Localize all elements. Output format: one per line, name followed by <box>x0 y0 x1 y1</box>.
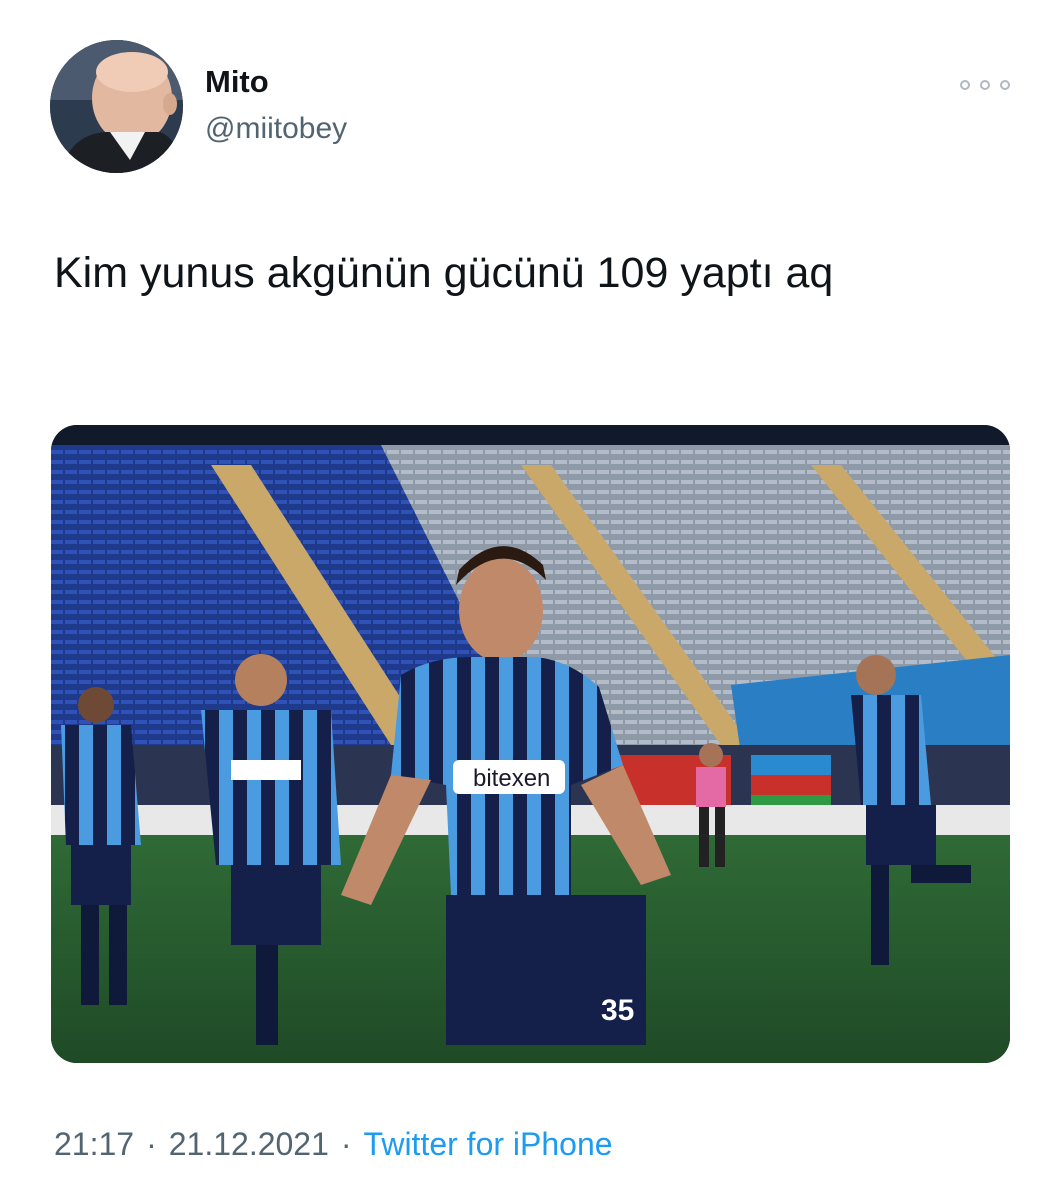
meta-separator: · <box>340 1126 352 1162</box>
author-handle[interactable]: @miitobey <box>205 112 347 146</box>
author-display-name[interactable]: Mito <box>205 64 269 100</box>
tweet-media-photo[interactable]: bitexen 35 <box>51 425 1010 1063</box>
meta-separator: · <box>146 1126 157 1162</box>
tweet-date[interactable]: 21.12.2021 <box>169 1126 329 1162</box>
avatar-image <box>50 40 183 173</box>
photo-image: bitexen 35 <box>51 425 1010 1063</box>
jersey-sponsor: bitexen <box>473 765 550 792</box>
avatar[interactable] <box>50 40 183 173</box>
jersey-number: 35 <box>601 994 634 1027</box>
tweet-source-link[interactable]: Twitter for iPhone <box>364 1126 613 1162</box>
more-dot <box>980 80 990 90</box>
tweet-meta: 21:17 · 21.12.2021 · Twitter for iPhone <box>54 1126 613 1163</box>
more-dot <box>1000 80 1010 90</box>
tweet-text: Kim yunus akgünün gücünü 109 yaptı aq <box>54 249 834 297</box>
more-dot <box>960 80 970 90</box>
tweet-time[interactable]: 21:17 <box>54 1126 134 1162</box>
more-horizontal-icon[interactable] <box>960 70 1010 100</box>
